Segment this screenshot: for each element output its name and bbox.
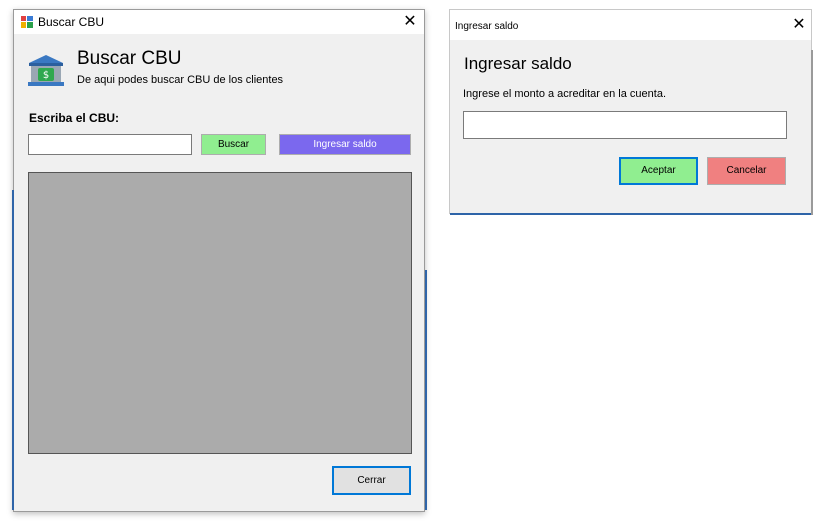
header-title: Buscar CBU (77, 48, 182, 69)
svg-text:$: $ (43, 70, 49, 81)
cbu-input[interactable] (28, 134, 192, 155)
window-title: Buscar CBU (38, 15, 105, 29)
dialog-message: Ingrese el monto a acreditar en la cuent… (463, 88, 667, 100)
background-edge (450, 213, 811, 215)
bank-icon: $ (28, 55, 64, 86)
buscar-button[interactable]: Buscar (201, 134, 266, 155)
dialog-heading: Ingresar saldo (464, 54, 572, 73)
cbu-label: Escriba el CBU: (29, 111, 120, 125)
aceptar-button[interactable]: Aceptar (619, 157, 698, 185)
cancelar-button[interactable]: Cancelar (707, 157, 786, 185)
ingresar-saldo-button[interactable]: Ingresar saldo (279, 134, 411, 155)
title-bar: Buscar CBU ✕ (14, 10, 424, 34)
background-edge (811, 50, 813, 215)
header-subtitle: De aqui podes buscar CBU de los clientes (77, 74, 284, 86)
buscar-cbu-window: Buscar CBU ✕ $ Buscar CBU De aqui podes … (12, 9, 427, 512)
background-edge (12, 190, 14, 510)
close-icon[interactable]: ✕ (784, 13, 814, 37)
dialog-window-title: Ingresar saldo (455, 21, 519, 32)
monto-input[interactable] (463, 111, 787, 139)
title-bar: Ingresar saldo ✕ (450, 10, 811, 40)
cerrar-button[interactable]: Cerrar (332, 466, 411, 495)
results-grid[interactable] (28, 172, 412, 454)
background-edge (425, 270, 427, 510)
app-icon (21, 16, 33, 28)
close-icon[interactable]: ✕ (395, 10, 425, 34)
ingresar-saldo-dialog: Ingresar saldo ✕ Ingresar saldo Ingrese … (449, 9, 813, 215)
